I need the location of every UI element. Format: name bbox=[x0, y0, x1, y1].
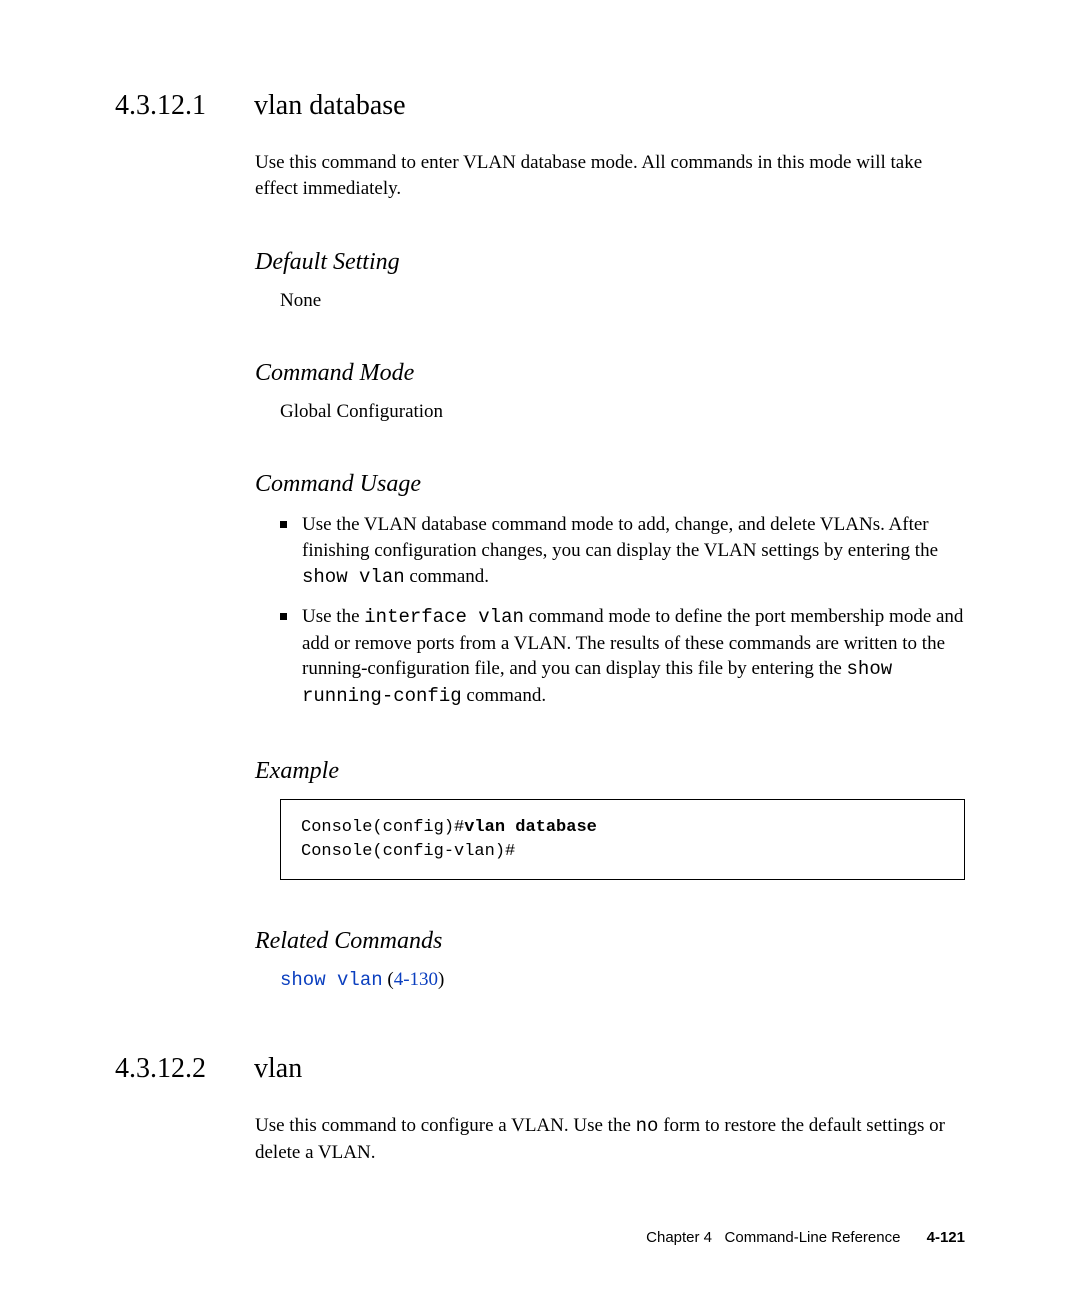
heading-vlan-database: 4.3.12.1 vlan database bbox=[115, 90, 965, 122]
section-number: 4.3.12.1 bbox=[115, 90, 206, 122]
text-run: Use the VLAN database command mode to ad… bbox=[302, 514, 938, 561]
intro-paragraph-2: Use this command to configure a VLAN. Us… bbox=[255, 1113, 965, 1165]
subheading-example: Example bbox=[255, 758, 965, 785]
list-item: Use the VLAN database command mode to ad… bbox=[280, 512, 965, 590]
text-run: ) bbox=[438, 969, 444, 990]
section-title: vlan database bbox=[254, 90, 406, 122]
code-run: interface vlan bbox=[364, 606, 524, 628]
subheading-related-commands: Related Commands bbox=[255, 928, 965, 955]
subheading-default-setting: Default Setting bbox=[255, 249, 965, 276]
page-reference-link[interactable]: 4-130 bbox=[394, 969, 438, 990]
console-prompt: Console(config)# bbox=[301, 818, 464, 837]
command-mode-value: Global Configuration bbox=[280, 401, 965, 423]
footer-title-text: Command-Line Reference bbox=[725, 1229, 901, 1246]
footer-page-number: 4-121 bbox=[927, 1229, 965, 1246]
subheading-command-usage: Command Usage bbox=[255, 471, 965, 498]
page-footer: Chapter 4 Command-Line Reference 4-121 bbox=[646, 1229, 965, 1246]
page: 4.3.12.1 vlan database Use this command … bbox=[0, 0, 1080, 1296]
subheading-command-mode: Command Mode bbox=[255, 360, 965, 387]
section-number: 4.3.12.2 bbox=[115, 1053, 206, 1085]
command-usage-list: Use the VLAN database command mode to ad… bbox=[280, 512, 965, 709]
example-code-block: Console(config)#vlan database Console(co… bbox=[280, 799, 965, 881]
list-item: Use the interface vlan command mode to d… bbox=[280, 604, 965, 710]
console-output: Console(config-vlan)# bbox=[301, 842, 515, 861]
text-run: command. bbox=[405, 566, 489, 587]
intro-paragraph-1: Use this command to enter VLAN database … bbox=[255, 150, 965, 201]
section-title: vlan bbox=[254, 1053, 302, 1085]
text-run: command. bbox=[462, 685, 546, 706]
related-command-link[interactable]: show vlan bbox=[280, 969, 383, 991]
code-run: no bbox=[636, 1115, 659, 1137]
related-command-line: show vlan (4-130) bbox=[280, 969, 965, 991]
footer-chapter: Chapter 4 bbox=[646, 1229, 712, 1246]
console-command: vlan database bbox=[464, 818, 597, 837]
default-setting-value: None bbox=[280, 290, 965, 312]
code-run: show vlan bbox=[302, 566, 405, 588]
footer-title bbox=[716, 1229, 724, 1246]
text-run: Use the bbox=[302, 606, 364, 627]
text-run: Use this command to configure a VLAN. Us… bbox=[255, 1115, 636, 1136]
heading-vlan: 4.3.12.2 vlan bbox=[115, 1053, 965, 1085]
